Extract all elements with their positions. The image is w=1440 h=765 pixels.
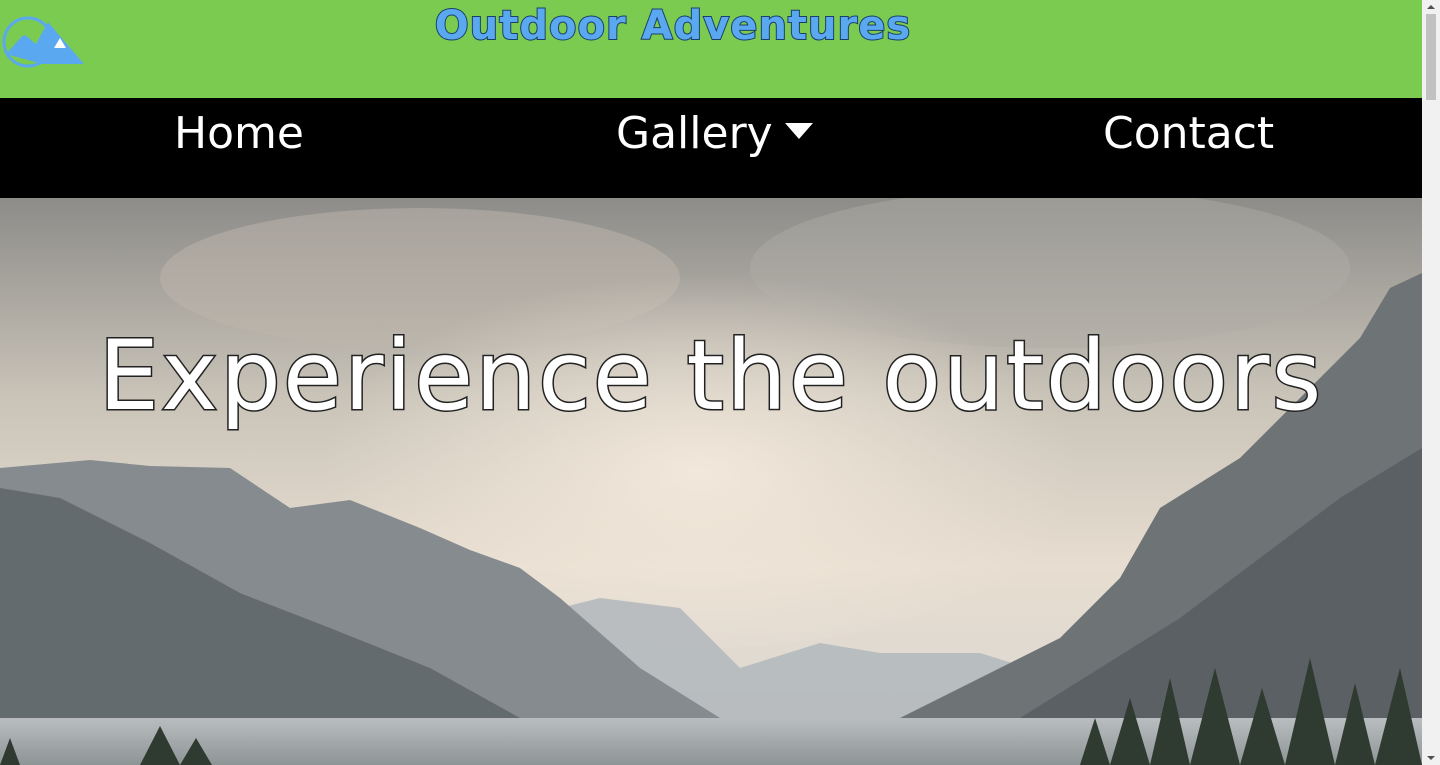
nav-contact-label: Contact: [1103, 108, 1275, 159]
scroll-down-icon[interactable]: [1422, 751, 1440, 765]
caret-down-icon: [784, 123, 813, 139]
hero-heading: Experience the outdoors: [97, 319, 1324, 434]
site-header: Outdoor Adventures: [0, 0, 1422, 98]
nav-home-label: Home: [174, 108, 304, 159]
nav-gallery-dropdown[interactable]: Gallery: [616, 106, 815, 162]
main-nav: Home Gallery Contact: [0, 98, 1422, 198]
nav-home-link[interactable]: Home: [174, 106, 304, 162]
scrollbar-thumb[interactable]: [1426, 14, 1436, 100]
page: Outdoor Adventures Home Gallery Contact: [0, 0, 1422, 765]
nav-gallery-label: Gallery: [616, 108, 773, 159]
hero-section: Experience the outdoors: [0, 198, 1422, 765]
site-title: Outdoor Adventures: [434, 2, 912, 50]
nav-contact-link[interactable]: Contact: [1103, 106, 1274, 162]
scroll-up-icon[interactable]: [1422, 0, 1440, 14]
vertical-scrollbar[interactable]: [1422, 0, 1440, 765]
hero-landscape-image: [0, 198, 1422, 765]
